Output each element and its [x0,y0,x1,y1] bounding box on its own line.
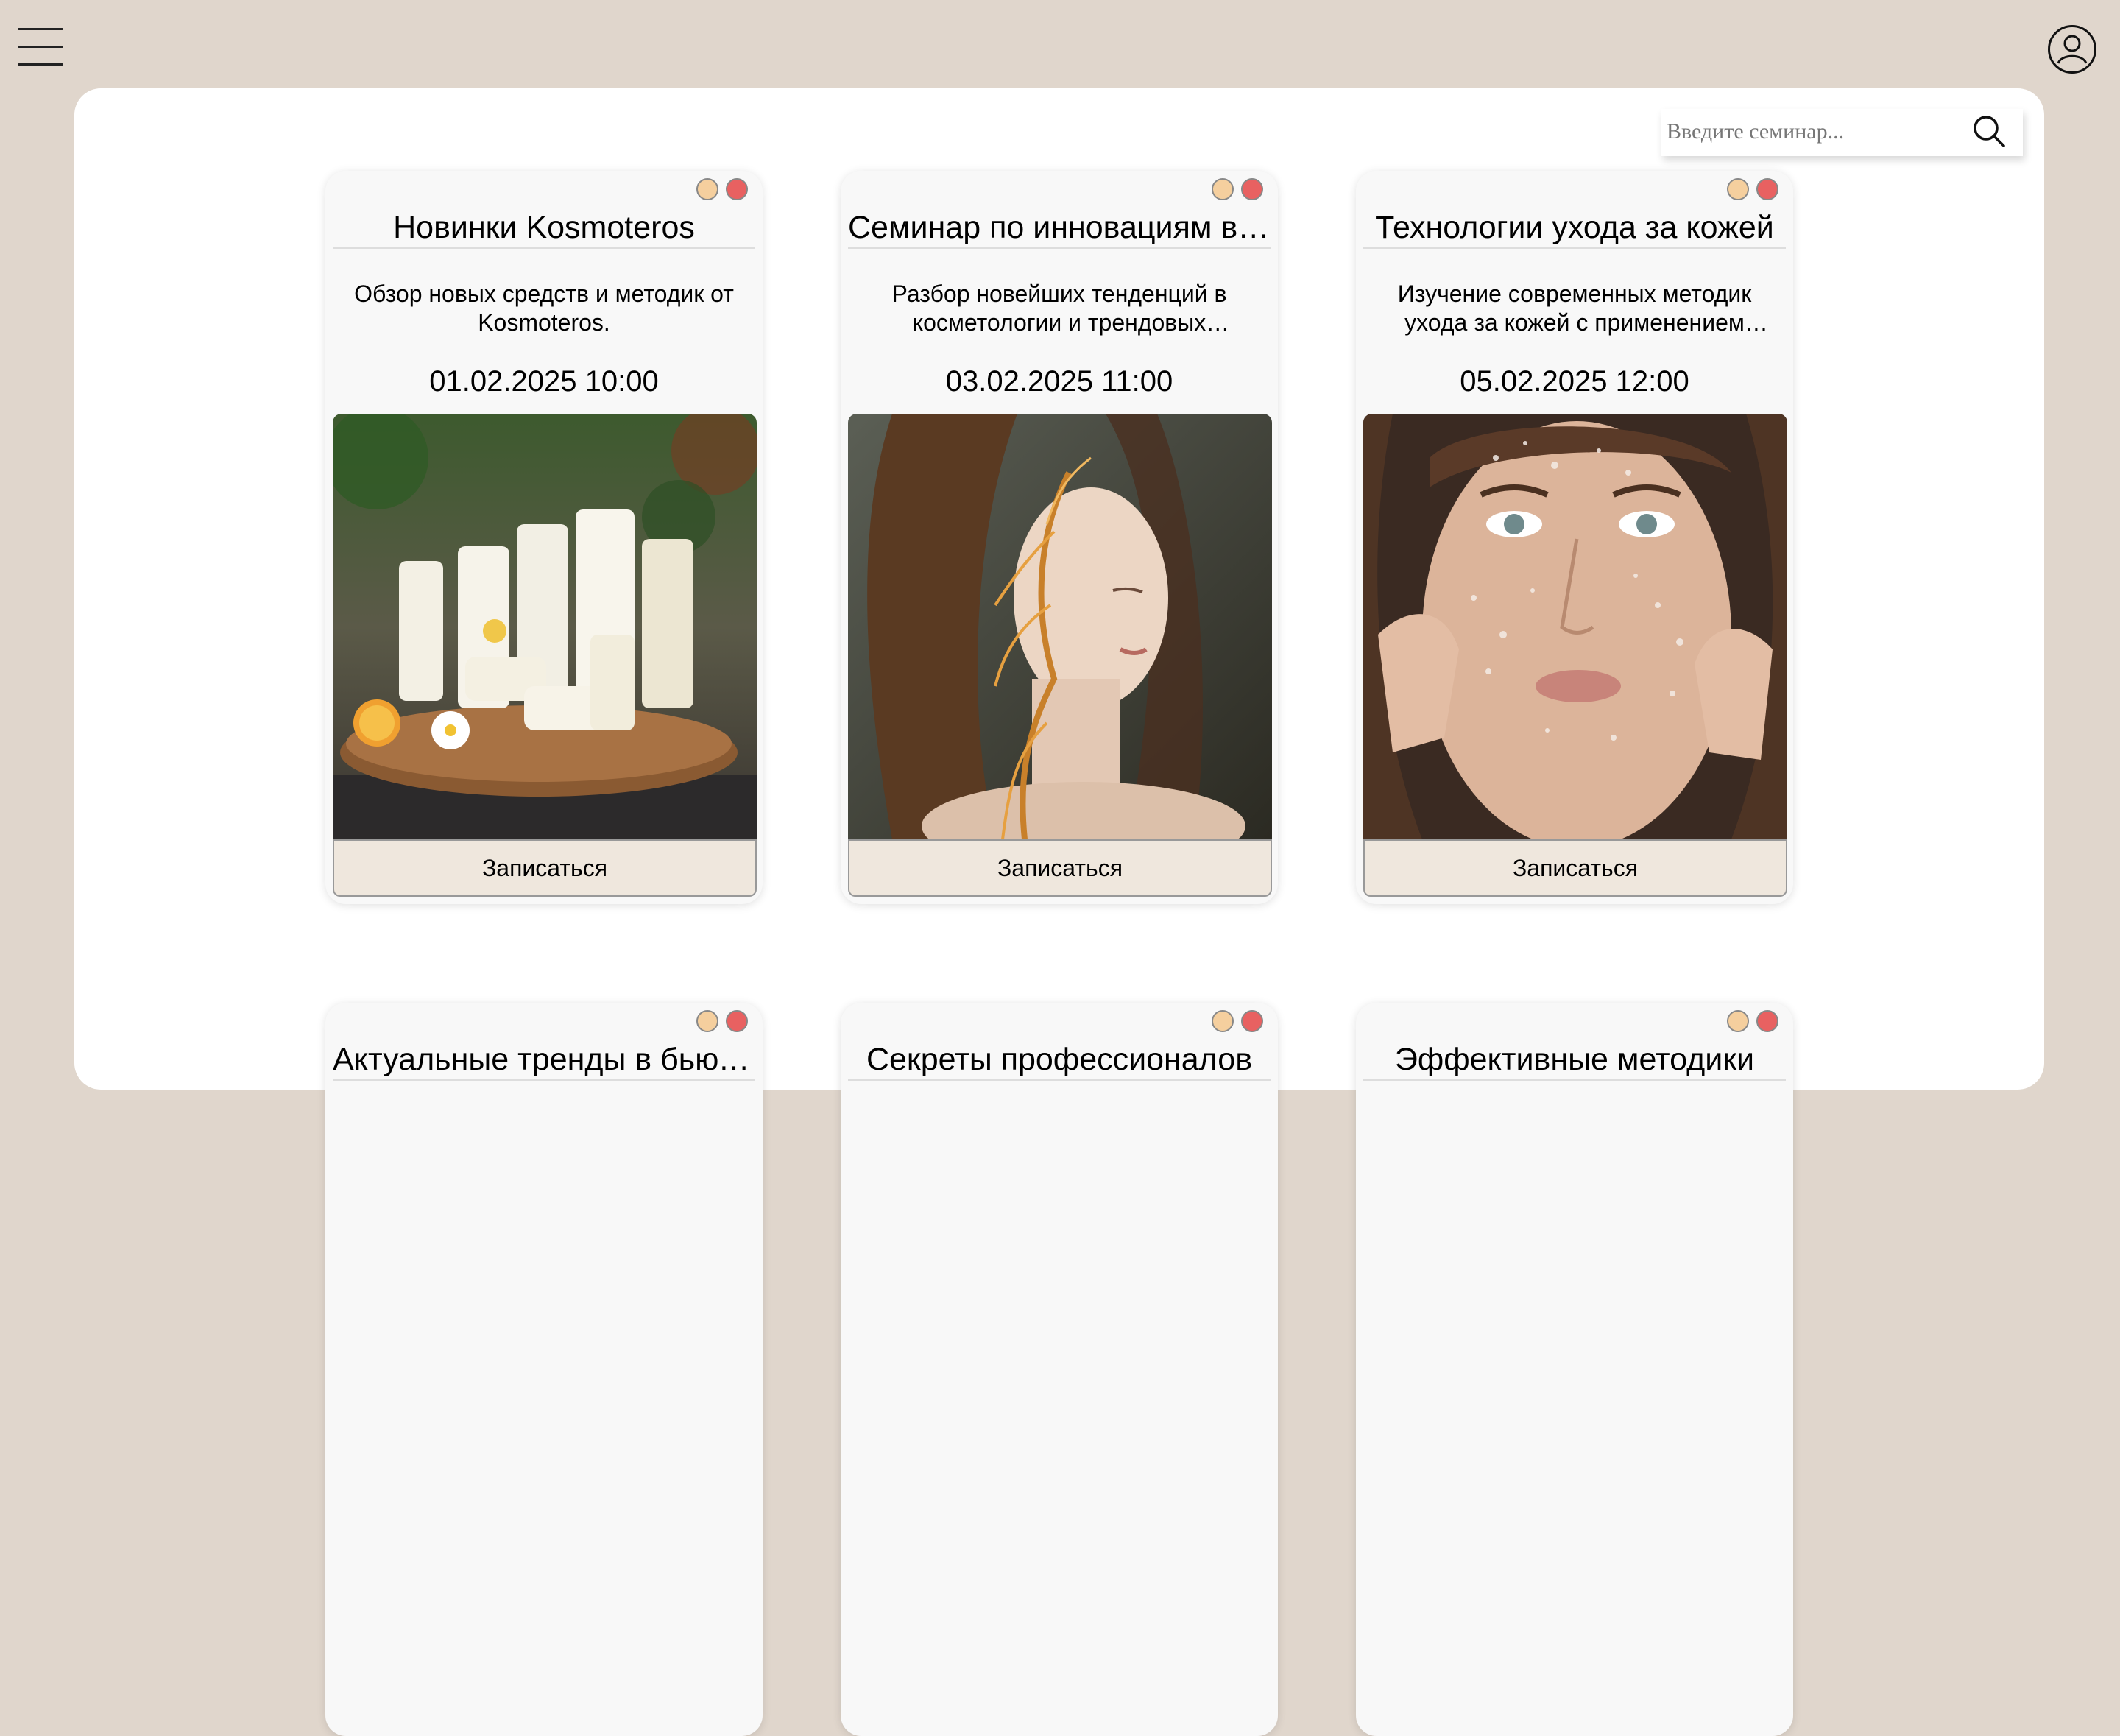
seminar-card: Технологии ухода за кожей Изучение совре… [1356,171,1793,904]
close-dot-icon[interactable] [1756,178,1778,200]
close-dot-icon[interactable] [1241,178,1263,200]
minimize-dot-icon[interactable] [1212,1010,1234,1032]
minimize-dot-icon[interactable] [696,178,718,200]
seminar-card: Актуальные тренды в бьюти-индустрии [325,1003,763,1736]
minimize-dot-icon[interactable] [1727,178,1749,200]
seminar-image [333,414,757,839]
seminar-date: 01.02.2025 10:00 [429,365,659,398]
minimize-dot-icon[interactable] [1727,1010,1749,1032]
seminar-title: Актуальные тренды в бьюти-индустрии [333,1040,755,1081]
seminar-title: Семинар по инновациям в косметологии [848,208,1271,249]
search-input[interactable] [1665,115,1962,149]
seminar-description: Разбор новейших тенденций в косметологии… [891,280,1227,339]
search-bar [1661,109,2023,156]
seminar-image [848,414,1272,839]
close-dot-icon[interactable] [726,1010,748,1032]
seminar-title: Секреты профессионалов [848,1040,1271,1081]
hamburger-menu-icon[interactable] [18,28,63,69]
minimize-dot-icon[interactable] [696,1010,718,1032]
seminar-card: Новинки Kosmoteros Обзор новых средств и… [325,171,763,904]
seminar-date: 03.02.2025 11:00 [945,365,1173,398]
minimize-dot-icon[interactable] [1212,178,1234,200]
seminar-description: Изучение современных методик ухода за ко… [1397,280,1752,339]
close-dot-icon[interactable] [1756,1010,1778,1032]
search-icon[interactable] [1970,112,2010,152]
user-profile-icon[interactable] [2048,25,2096,74]
seminar-image [1363,414,1787,839]
seminar-title: Технологии ухода за кожей [1363,208,1786,249]
signup-button[interactable]: Записаться [333,839,757,897]
seminar-date: 05.02.2025 12:00 [1460,365,1689,398]
seminar-card: Секреты профессионалов [841,1003,1278,1736]
seminar-title: Новинки Kosmoteros [333,208,755,249]
signup-button[interactable]: Записаться [1363,839,1787,897]
seminar-card: Семинар по инновациям в косметологии Раз… [841,171,1278,904]
seminar-card: Эффективные методики [1356,1003,1793,1736]
signup-button[interactable]: Записаться [848,839,1272,897]
close-dot-icon[interactable] [726,178,748,200]
close-dot-icon[interactable] [1241,1010,1263,1032]
seminar-description: Обзор новых средств и методик от Kosmote… [354,280,734,336]
seminar-title: Эффективные методики [1363,1040,1786,1081]
